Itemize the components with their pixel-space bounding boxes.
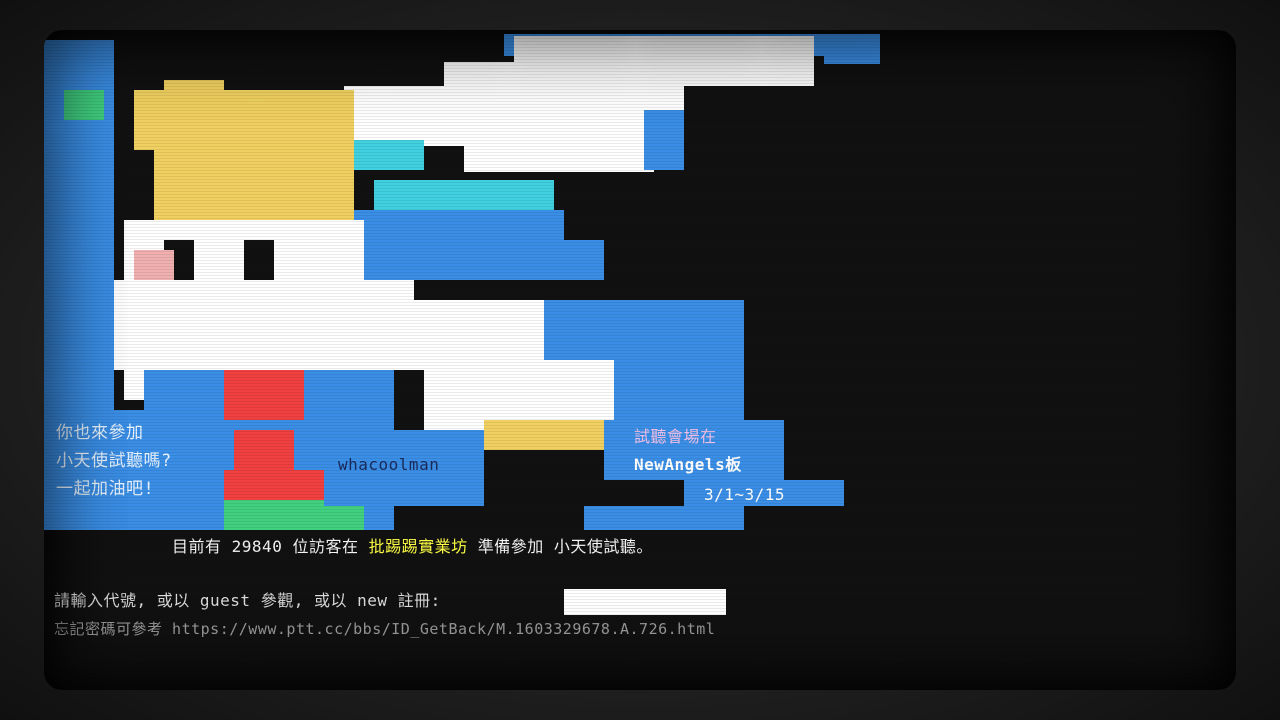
status-suffix: 準備參加 小天使試聽。 [477,537,653,556]
status-bracket-close [282,537,292,556]
promo-line-3: 一起加油吧! [56,479,155,499]
status-middle: 位訪客在 [292,537,359,556]
status-prefix: 目前有 [172,537,222,556]
promo-line-2: 小天使試聽嗎? [56,451,172,471]
visitor-status-line: 目前有 29840 位訪客在 批踢踢實業坊 準備參加 小天使試聽。 [172,538,653,556]
board-promo-label: 試聽會場在 [634,427,717,446]
art-author: whacoolman [338,455,440,474]
password-hint-line: 忘記密碼可參考 https://www.ptt.cc/bbs/ID_GetBac… [54,620,715,638]
promo-line-1: 你也來參加 [56,423,144,443]
status-bracket-open [222,537,232,556]
board-promo-name: NewAngels板 [634,455,742,474]
visitor-count: 29840 [231,537,283,556]
password-hint-label: 忘記密碼可參考 [54,620,163,638]
site-name: 批踢踢實業坊 [368,537,468,556]
login-id-input[interactable] [564,589,726,615]
terminal-screen: 你也來參加 小天使試聽嗎? 一起加油吧! whacoolman 試聽會場在 Ne… [44,30,1236,690]
login-prompt: 請輸入代號, 或以 guest 參觀, 或以 new 註冊: [54,591,441,610]
board-promo-dates: 3/1~3/15 [704,485,786,504]
password-hint-link[interactable]: https://www.ptt.cc/bbs/ID_GetBack/M.1603… [172,620,715,638]
